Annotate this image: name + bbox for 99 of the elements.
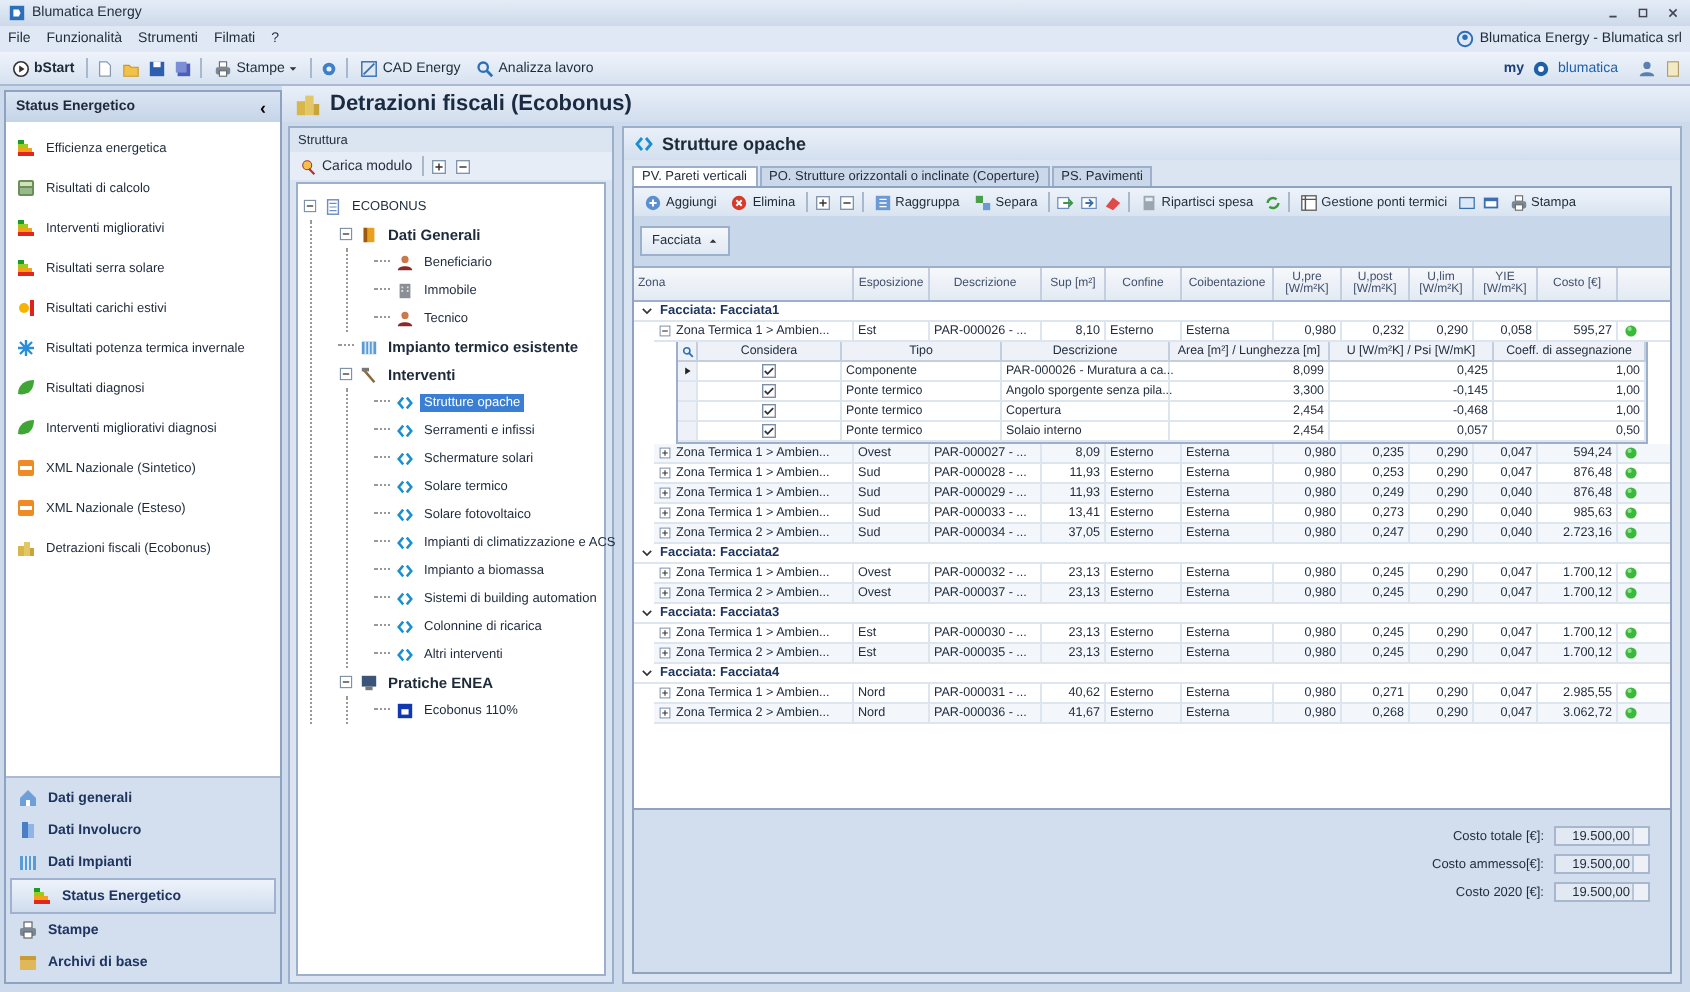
code-brackets-icon xyxy=(396,449,414,467)
code-brackets-icon xyxy=(396,533,414,551)
code-brackets-icon xyxy=(396,477,414,495)
group-icon xyxy=(873,193,892,211)
expand-icon[interactable] xyxy=(813,193,832,211)
import-icon[interactable] xyxy=(1079,193,1098,211)
checkbox[interactable] xyxy=(762,424,776,438)
printer-icon xyxy=(1509,193,1528,211)
expand-icon[interactable] xyxy=(658,506,672,520)
house-icon xyxy=(18,788,38,808)
energy-bars-icon xyxy=(32,886,52,906)
code-brackets-icon xyxy=(396,393,414,411)
checkbox[interactable] xyxy=(762,384,776,398)
window-icon[interactable] xyxy=(1481,193,1500,211)
save-all-icon[interactable] xyxy=(174,59,193,77)
load-module-icon xyxy=(300,157,318,175)
code-brackets-icon xyxy=(396,617,414,635)
expand-icon[interactable] xyxy=(658,586,672,600)
expand-icon[interactable] xyxy=(658,526,672,540)
chevron-down-icon[interactable] xyxy=(640,304,654,318)
panel-title: Strutture opache xyxy=(662,134,807,154)
hammer-icon xyxy=(360,365,378,383)
expand-icon[interactable] xyxy=(430,157,449,175)
coins-icon xyxy=(294,90,322,118)
maximize-icon[interactable] xyxy=(1634,4,1652,22)
sun-icon xyxy=(16,298,36,318)
close-icon[interactable] xyxy=(1664,4,1682,22)
page-title: Detrazioni fiscali (Ecobonus) xyxy=(330,92,632,116)
table-icon xyxy=(1299,193,1318,211)
delete-icon xyxy=(730,193,749,211)
calculator-icon xyxy=(16,178,36,198)
split-icon xyxy=(973,193,992,211)
expand-icon[interactable] xyxy=(658,706,672,720)
folder-icon[interactable] xyxy=(122,59,141,77)
code-brackets-icon xyxy=(396,561,414,579)
radiator-icon xyxy=(360,337,378,355)
person-icon xyxy=(396,253,414,271)
energy-bars-icon xyxy=(16,218,36,238)
printer-icon xyxy=(18,920,38,940)
code-brackets-icon xyxy=(396,589,414,607)
start-icon xyxy=(12,59,30,77)
collapse-icon[interactable] xyxy=(454,157,473,175)
box-icon xyxy=(18,952,38,972)
chevron-down-icon[interactable] xyxy=(640,666,654,680)
status-icon xyxy=(1623,324,1637,338)
refresh-icon[interactable] xyxy=(1263,193,1282,211)
cad-icon xyxy=(360,59,379,77)
monitor-icon xyxy=(360,673,378,691)
energy-bars-icon xyxy=(16,258,36,278)
chevron-down-icon[interactable] xyxy=(640,546,654,560)
collapse-icon[interactable] xyxy=(302,198,318,214)
expand-icon[interactable] xyxy=(658,466,672,480)
save-icon[interactable] xyxy=(148,59,167,77)
account-icon xyxy=(1455,30,1474,48)
expand-icon[interactable] xyxy=(658,446,672,460)
app-logo-icon xyxy=(8,4,26,22)
user-icon[interactable] xyxy=(1638,59,1656,77)
collapse-icon[interactable] xyxy=(837,193,856,211)
code-brackets-icon xyxy=(634,134,654,154)
person-icon xyxy=(396,309,414,327)
layout-icon[interactable] xyxy=(1457,193,1476,211)
snowflake-icon xyxy=(16,338,36,358)
eraser-icon[interactable] xyxy=(1103,193,1122,211)
checkbox[interactable] xyxy=(762,404,776,418)
calculator-icon xyxy=(1139,193,1158,211)
chevron-down-icon[interactable] xyxy=(640,606,654,620)
notepad-icon[interactable] xyxy=(1664,59,1682,77)
code-brackets-icon xyxy=(396,505,414,523)
building-icon xyxy=(396,281,414,299)
search-icon xyxy=(476,59,495,77)
coins-icon xyxy=(16,538,36,558)
add-icon xyxy=(644,193,662,211)
collapse-button[interactable]: ‹ xyxy=(256,97,270,117)
collapse-icon[interactable] xyxy=(338,674,354,690)
document-icon xyxy=(324,197,342,215)
code-brackets-icon xyxy=(396,421,414,439)
sort-icon xyxy=(707,236,718,246)
expand-icon[interactable] xyxy=(658,486,672,500)
expand-icon[interactable] xyxy=(658,646,672,660)
search-icon[interactable] xyxy=(681,345,693,357)
energy-bars-icon xyxy=(16,138,36,158)
form-icon xyxy=(396,701,414,719)
collapse-icon[interactable] xyxy=(338,226,354,242)
checkbox[interactable] xyxy=(762,364,776,378)
collapse-icon[interactable] xyxy=(338,366,354,382)
document-icon[interactable] xyxy=(96,59,115,77)
caret-icon xyxy=(288,63,299,73)
collapse-icon[interactable] xyxy=(658,324,672,338)
code-brackets-icon xyxy=(396,645,414,663)
printer-icon xyxy=(214,59,233,77)
settings-icon[interactable] xyxy=(320,59,339,77)
export-icon[interactable] xyxy=(1055,193,1074,211)
expand-icon[interactable] xyxy=(658,566,672,580)
expand-icon[interactable] xyxy=(658,686,672,700)
logo-icon xyxy=(1532,59,1551,77)
wall-icon xyxy=(18,820,38,840)
book-icon xyxy=(360,225,378,243)
expand-icon[interactable] xyxy=(658,626,672,640)
radiator-icon xyxy=(18,852,38,872)
